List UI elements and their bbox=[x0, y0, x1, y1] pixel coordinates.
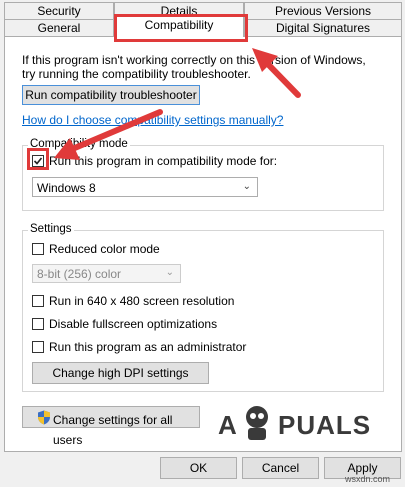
compatibility-tab-highlight bbox=[114, 14, 248, 42]
shield-icon bbox=[38, 410, 50, 425]
intro-text-line2: try running the compatibility troublesho… bbox=[22, 67, 251, 81]
ok-button[interactable]: OK bbox=[160, 457, 237, 479]
change-all-users-label: Change settings for all users bbox=[53, 413, 173, 447]
site-watermark: wsxdn.com bbox=[345, 474, 391, 484]
admin-checkbox[interactable] bbox=[32, 341, 44, 353]
intro-text-line1: If this program isn't working correctly … bbox=[22, 53, 366, 67]
os-select[interactable]: Windows 8 ⌄ bbox=[32, 177, 258, 197]
settings-legend: Settings bbox=[28, 223, 74, 235]
chevron-down-icon: ⌄ bbox=[165, 267, 174, 278]
reduced-color-checkbox[interactable] bbox=[32, 243, 44, 255]
tab-general[interactable]: General bbox=[4, 19, 114, 37]
tab-digital-signatures[interactable]: Digital Signatures bbox=[244, 19, 402, 37]
admin-label: Run this program as an administrator bbox=[49, 340, 247, 354]
change-all-users-button[interactable]: Change settings for all users bbox=[22, 406, 200, 447]
tab-security[interactable]: Security bbox=[4, 2, 114, 19]
resolution-label: Run in 640 x 480 screen resolution bbox=[49, 294, 235, 308]
change-dpi-button[interactable]: Change high DPI settings bbox=[32, 362, 209, 384]
mascot-logo-icon bbox=[246, 406, 268, 440]
tab-previous-versions[interactable]: Previous Versions bbox=[244, 2, 402, 19]
chevron-down-icon: ⌄ bbox=[242, 181, 251, 192]
manual-settings-link[interactable]: How do I choose compatibility settings m… bbox=[22, 113, 283, 127]
fullscreen-label: Disable fullscreen optimizations bbox=[49, 317, 218, 331]
color-depth-value: 8-bit (256) color bbox=[37, 267, 122, 281]
reduced-color-label: Reduced color mode bbox=[49, 242, 160, 256]
resolution-checkbox[interactable] bbox=[32, 295, 44, 307]
os-select-value: Windows 8 bbox=[37, 181, 96, 195]
watermark-text-left: A bbox=[218, 410, 238, 440]
watermark-text-right: PUALS bbox=[278, 410, 372, 440]
fullscreen-checkbox[interactable] bbox=[32, 318, 44, 330]
color-depth-select[interactable]: 8-bit (256) color ⌄ bbox=[32, 264, 181, 283]
run-troubleshooter-button[interactable]: Run compatibility troubleshooter bbox=[22, 85, 200, 105]
compat-mode-label: Run this program in compatibility mode f… bbox=[49, 154, 278, 168]
cancel-button[interactable]: Cancel bbox=[242, 457, 319, 479]
checkbox-highlight bbox=[27, 148, 49, 170]
